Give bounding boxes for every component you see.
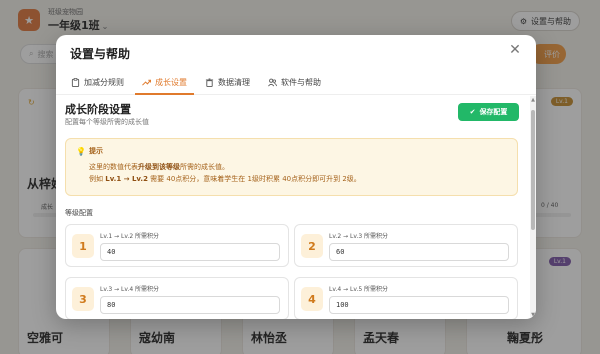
scrollbar-thumb[interactable] (531, 110, 535, 230)
tab-label: 数据清理 (218, 77, 250, 87)
level-label: Lv.3 → Lv.4 所需积分 (100, 286, 160, 293)
settings-tabs: 加减分规则 成长设置 数据清理 软件与帮助 (56, 70, 536, 95)
save-config-label: 保存配置 (479, 108, 508, 116)
tab-score-rules[interactable]: 加减分规则 (62, 70, 133, 94)
scroll-up-icon[interactable]: ▲ (530, 96, 536, 104)
trending-up-icon (142, 79, 151, 86)
tab-growth-settings[interactable]: 成长设置 (133, 70, 196, 95)
level-label: Lv.2 → Lv.3 所需积分 (329, 233, 389, 240)
growth-settings-panel: 成长阶段设置 配置每个等级所需的成长值 ✔ 保存配置 💡 提示 这里的数值代表升… (56, 96, 536, 319)
level-number: 2 (301, 234, 323, 258)
tip-heading: 提示 (89, 147, 103, 155)
tab-label: 加减分规则 (84, 77, 124, 87)
level-config-card: 4 Lv.4 → Lv.5 所需积分 100 (294, 277, 518, 319)
tip-text: 所需的成长值。 (180, 163, 229, 171)
tip-emphasis: 升级到该等级 (138, 163, 180, 171)
level-number: 3 (72, 287, 94, 311)
tip-box: 💡 提示 这里的数值代表升级到该等级所需的成长值。 例如 Lv.1 → Lv.2… (65, 138, 518, 196)
levels-title: 等级配置 (65, 209, 93, 217)
scrollbar[interactable]: ▲ ▼ (530, 96, 536, 319)
tab-data-cleanup[interactable]: 数据清理 (196, 70, 259, 94)
level-label: Lv.1 → Lv.2 所需积分 (100, 233, 160, 240)
level-points-input[interactable]: 100 (329, 296, 509, 314)
check-icon: ✔ (469, 108, 476, 116)
level-config-card: 1 Lv.1 → Lv.2 所需积分 40 (65, 224, 289, 267)
tab-label: 成长设置 (155, 77, 187, 87)
tab-software-help[interactable]: 软件与帮助 (259, 70, 330, 94)
tip-emphasis: Lv.1 → Lv.2 (105, 175, 148, 183)
level-points-input[interactable]: 60 (329, 243, 509, 261)
level-number: 4 (301, 287, 323, 311)
lightbulb-icon: 💡 (76, 147, 86, 156)
tip-line-1: 这里的数值代表升级到该等级所需的成长值。 (89, 162, 229, 172)
level-config-card: 3 Lv.3 → Lv.4 所需积分 80 (65, 277, 289, 319)
tip-line-2: 例如 Lv.1 → Lv.2 需要 40点积分，意味着学生在 1级时积累 40点… (89, 174, 361, 184)
clipboard-icon (71, 77, 80, 87)
section-title: 成长阶段设置 (65, 103, 131, 116)
close-icon[interactable]: ✕ (508, 43, 522, 57)
scroll-down-icon[interactable]: ▼ (530, 311, 536, 319)
section-subtitle: 配置每个等级所需的成长值 (65, 118, 149, 126)
level-number: 1 (72, 234, 94, 258)
settings-help-dialog: 设置与帮助 ✕ 加减分规则 成长设置 数据清理 软件与帮助 成长阶段设置 配置每… (56, 35, 536, 319)
save-config-button[interactable]: ✔ 保存配置 (458, 103, 519, 121)
level-config-card: 2 Lv.2 → Lv.3 所需积分 60 (294, 224, 518, 267)
tip-text: 需要 40点积分，意味着学生在 1级时积累 40点积分即可升到 2级。 (147, 175, 361, 183)
tab-label: 软件与帮助 (281, 77, 321, 87)
trash-icon (205, 77, 214, 87)
level-points-input[interactable]: 80 (100, 296, 280, 314)
tip-text: 例如 (89, 175, 106, 183)
level-label: Lv.4 → Lv.5 所需积分 (329, 286, 389, 293)
users-icon (268, 78, 277, 86)
dialog-title: 设置与帮助 (70, 47, 131, 61)
tip-text: 这里的数值代表 (89, 163, 138, 171)
level-points-input[interactable]: 40 (100, 243, 280, 261)
